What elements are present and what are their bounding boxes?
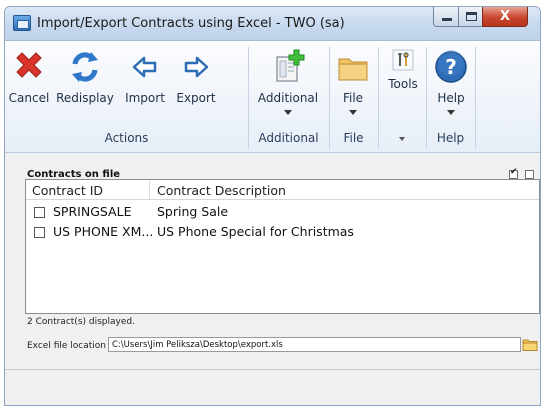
additional-button[interactable]: Additional (253, 49, 323, 129)
excel-file-location-label: Excel file location (27, 341, 106, 351)
title-bar: Import/Export Contracts using Excel - TW… (5, 7, 540, 41)
import-export-window: Import/Export Contracts using Excel - TW… (4, 6, 541, 406)
tools-group-expand[interactable] (378, 131, 426, 145)
ribbon-toolbar: Cancel Redisplay Import Export Additiona… (5, 41, 540, 153)
folder-icon (522, 339, 538, 351)
group-label-help: Help (436, 131, 465, 145)
row-checkbox[interactable] (34, 207, 45, 218)
chevron-down-icon (399, 136, 405, 141)
maximize-icon (466, 12, 477, 21)
tools-icon (392, 49, 414, 71)
group-label-additional: Additional (258, 131, 319, 145)
app-window-icon (13, 15, 31, 31)
maximize-button[interactable] (458, 7, 483, 27)
redisplay-button[interactable]: Redisplay (53, 49, 117, 129)
tools-label: Tools (388, 77, 418, 91)
close-icon: X (499, 9, 511, 24)
export-button[interactable]: Export (171, 49, 221, 129)
column-divider[interactable] (149, 180, 150, 200)
cancel-button[interactable]: Cancel (7, 49, 51, 129)
svg-text:?: ? (445, 55, 457, 79)
table-row[interactable]: SPRINGSALE Spring Sale (26, 202, 539, 222)
group-label-file: File (343, 131, 364, 145)
minimize-button[interactable] (433, 7, 459, 27)
contract-id-cell: US PHONE XM... (53, 224, 154, 239)
group-label-actions: Actions (104, 131, 149, 145)
window-title: Import/Export Contracts using Excel - TW… (37, 16, 345, 31)
tools-button[interactable]: Tools (381, 49, 425, 129)
additional-icon (276, 49, 305, 82)
cancel-icon (16, 52, 42, 78)
grid-header: Contract ID Contract Description (26, 180, 539, 200)
export-arrow-right-icon (184, 56, 209, 78)
browse-folder-button[interactable] (522, 337, 538, 352)
import-arrow-left-icon (132, 56, 157, 78)
minimize-icon (442, 18, 452, 21)
column-header-contract-description[interactable]: Contract Description (157, 183, 286, 198)
help-label: Help (437, 91, 465, 105)
help-icon: ? (435, 50, 467, 83)
export-label: Export (176, 91, 216, 105)
import-button[interactable]: Import (120, 49, 170, 129)
footer-separator (5, 369, 540, 370)
cancel-label: Cancel (8, 91, 50, 105)
contract-description-cell: Spring Sale (157, 204, 229, 219)
row-checkbox[interactable] (34, 227, 45, 238)
contracts-count-status: 2 Contract(s) displayed. (27, 317, 135, 327)
contract-id-cell: SPRINGSALE (53, 204, 132, 219)
excel-file-location-input[interactable] (108, 337, 521, 352)
table-row[interactable]: US PHONE XM... US Phone Special for Chri… (26, 222, 539, 242)
chevron-down-icon (349, 110, 357, 115)
mark-all-checkbox[interactable] (509, 167, 518, 179)
chevron-down-icon (447, 110, 455, 115)
import-label: Import (125, 91, 165, 105)
file-label: File (342, 91, 364, 105)
redisplay-icon (72, 52, 98, 82)
help-button[interactable]: ? Help (429, 49, 473, 129)
contracts-grid: Contract ID Contract Description SPRINGS… (25, 179, 540, 314)
column-header-contract-id[interactable]: Contract ID (32, 183, 103, 198)
additional-label: Additional (257, 91, 319, 105)
group-separator (475, 47, 476, 149)
unmark-all-checkbox[interactable] (525, 170, 534, 179)
chevron-down-icon (284, 110, 292, 115)
redisplay-label: Redisplay (56, 91, 114, 105)
close-button[interactable]: X (482, 7, 528, 27)
contract-description-cell: US Phone Special for Christmas (157, 224, 354, 239)
file-button[interactable]: File (333, 49, 373, 129)
folder-icon (338, 58, 368, 81)
